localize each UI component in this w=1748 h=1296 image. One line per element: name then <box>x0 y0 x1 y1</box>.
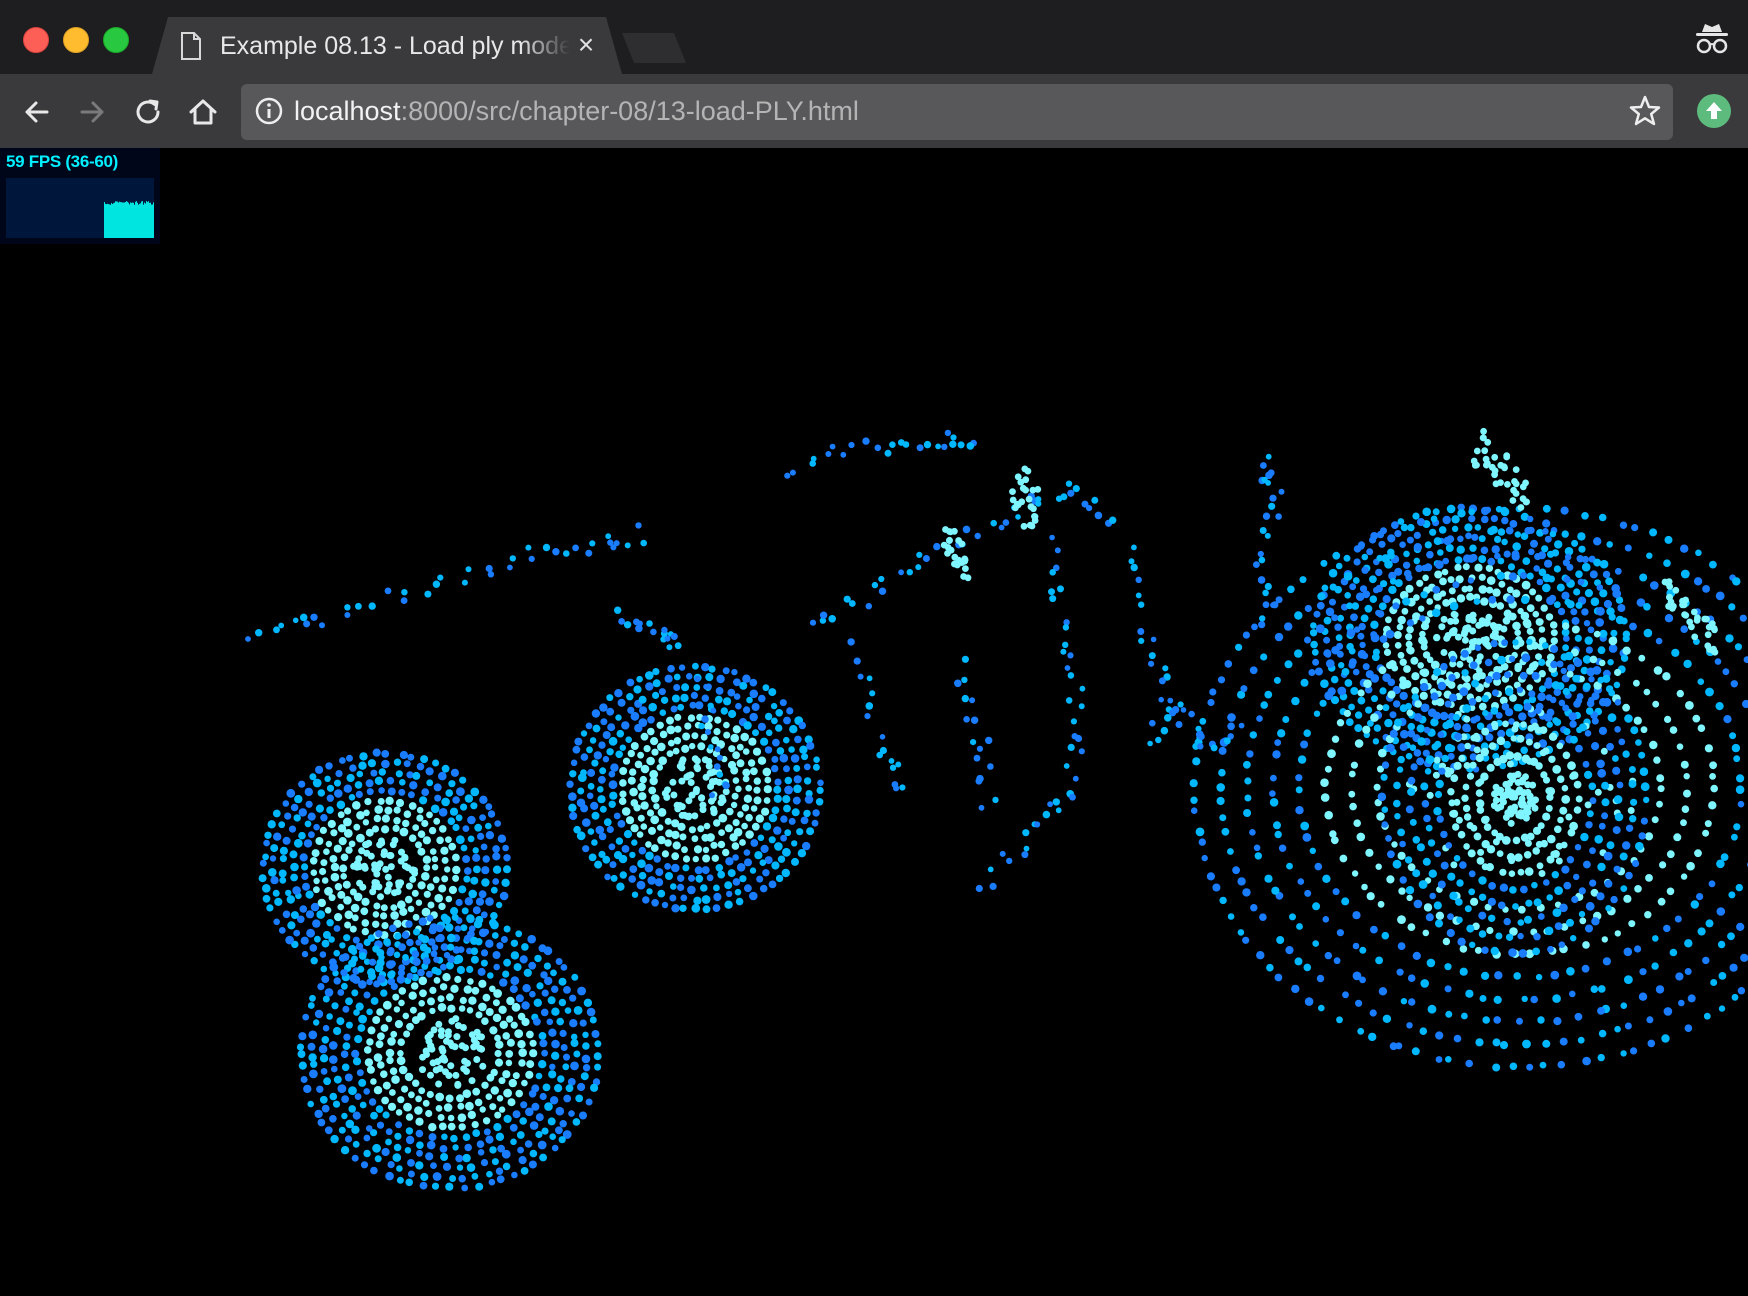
fps-counter: 59 FPS (36-60) <box>6 152 119 171</box>
home-button[interactable] <box>183 92 223 132</box>
point-cloud-canvas[interactable] <box>0 148 1748 1296</box>
forward-button[interactable] <box>72 92 112 132</box>
reload-icon <box>136 99 160 124</box>
maximize-window-button[interactable] <box>103 27 129 53</box>
back-arrow-icon <box>25 101 49 123</box>
back-button[interactable] <box>17 92 57 132</box>
close-window-button[interactable] <box>23 27 49 53</box>
minimize-window-button[interactable] <box>63 27 89 53</box>
upload-arrow-icon[interactable] <box>1696 93 1732 129</box>
webgl-viewport[interactable] <box>0 148 1748 1296</box>
info-icon[interactable] <box>254 96 284 126</box>
tab-title: Example 08.13 - Load ply model <box>220 32 570 60</box>
incognito-icon <box>1696 24 1728 54</box>
url-host: localhost <box>294 96 401 126</box>
reload-button[interactable] <box>128 92 168 132</box>
browser-window: Example 08.13 - Load ply model × localho… <box>0 0 1748 1296</box>
document-icon <box>181 32 201 60</box>
address-url[interactable]: localhost:8000/src/chapter-08/13-load-PL… <box>294 94 859 128</box>
fps-graph <box>6 178 154 238</box>
forward-arrow-icon <box>80 101 104 123</box>
url-path: :8000/src/chapter-08/13-load-PLY.html <box>400 96 859 126</box>
tab-close-button[interactable]: × <box>573 30 599 60</box>
point-cloud-particles <box>245 427 1748 1192</box>
home-icon <box>189 99 217 125</box>
star-icon[interactable] <box>1628 94 1662 128</box>
